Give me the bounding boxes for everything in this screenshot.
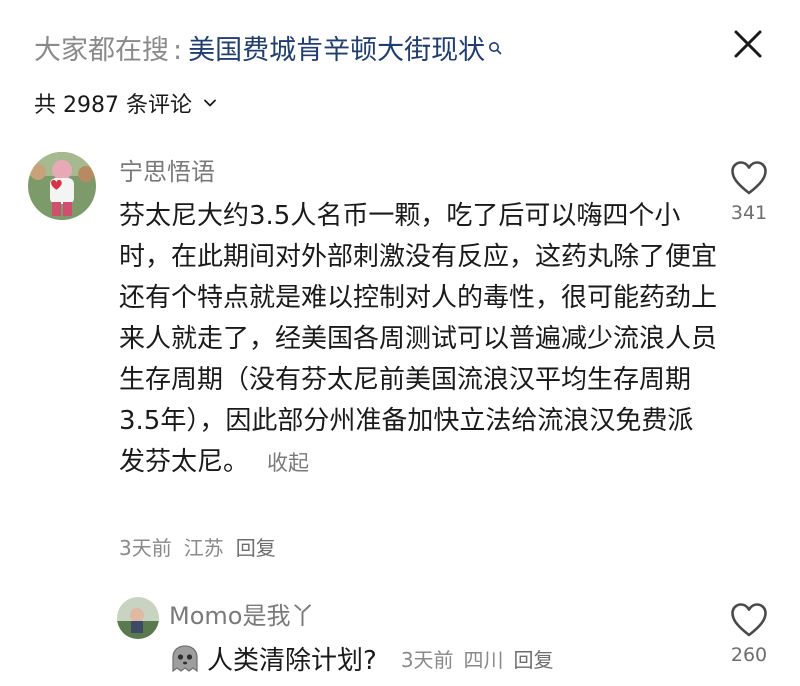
reply-button[interactable]: 回复	[236, 532, 276, 561]
search-icon[interactable]	[488, 33, 502, 55]
like-count: 341	[730, 202, 768, 224]
heart-icon[interactable]	[730, 160, 768, 196]
comment-body: 芬太尼大约3.5人名币一颗，吃了后可以嗨四个小时，在此期间对外部刺激没有反应，这…	[119, 196, 719, 484]
search-suggestion-header: 大家都在搜 : 美国费城肯辛顿大街现状	[34, 28, 502, 72]
reply-time: 3天前	[400, 648, 454, 672]
chevron-down-icon	[204, 99, 216, 107]
reply-like-count: 260	[730, 644, 768, 666]
reply-username[interactable]: Momo是我丫	[169, 596, 314, 631]
trending-search-label: 大家都在搜	[34, 34, 169, 66]
separator: :	[173, 34, 183, 66]
reply-location: 四川	[463, 648, 504, 672]
comments-count: 共 2987 条评论	[34, 93, 192, 118]
trending-search-query[interactable]: 美国费城肯辛顿大街现状	[188, 37, 485, 64]
reply-like-button[interactable]: 260	[719, 602, 779, 666]
heart-icon[interactable]	[730, 602, 768, 638]
reply-body: 人类清除计划? 3天前 四川 回复	[169, 640, 554, 677]
comment-time: 3天前	[119, 536, 172, 560]
comments-count-toggle[interactable]: 共 2987 条评论	[34, 86, 218, 120]
reply-avatar[interactable]	[117, 597, 159, 639]
comment-username[interactable]: 宁思悟语	[119, 152, 215, 187]
reply-text: 人类清除计划?	[207, 646, 377, 676]
comment-meta: 3天前 江苏 回复	[119, 532, 276, 561]
close-button[interactable]	[726, 22, 770, 66]
collapse-link[interactable]: 收起	[267, 451, 309, 475]
ghost-emoji-icon	[172, 644, 198, 672]
reply-reply-button[interactable]: 回复	[514, 644, 554, 673]
comment-text: 芬太尼大约3.5人名币一颗，吃了后可以嗨四个小时，在此期间对外部刺激没有反应，这…	[119, 201, 718, 477]
like-button[interactable]: 341	[719, 160, 779, 224]
reply-meta: 3天前 四川 回复	[401, 644, 554, 673]
comment-location: 江苏	[183, 536, 224, 560]
close-icon[interactable]	[726, 22, 770, 66]
avatar[interactable]	[28, 152, 96, 220]
